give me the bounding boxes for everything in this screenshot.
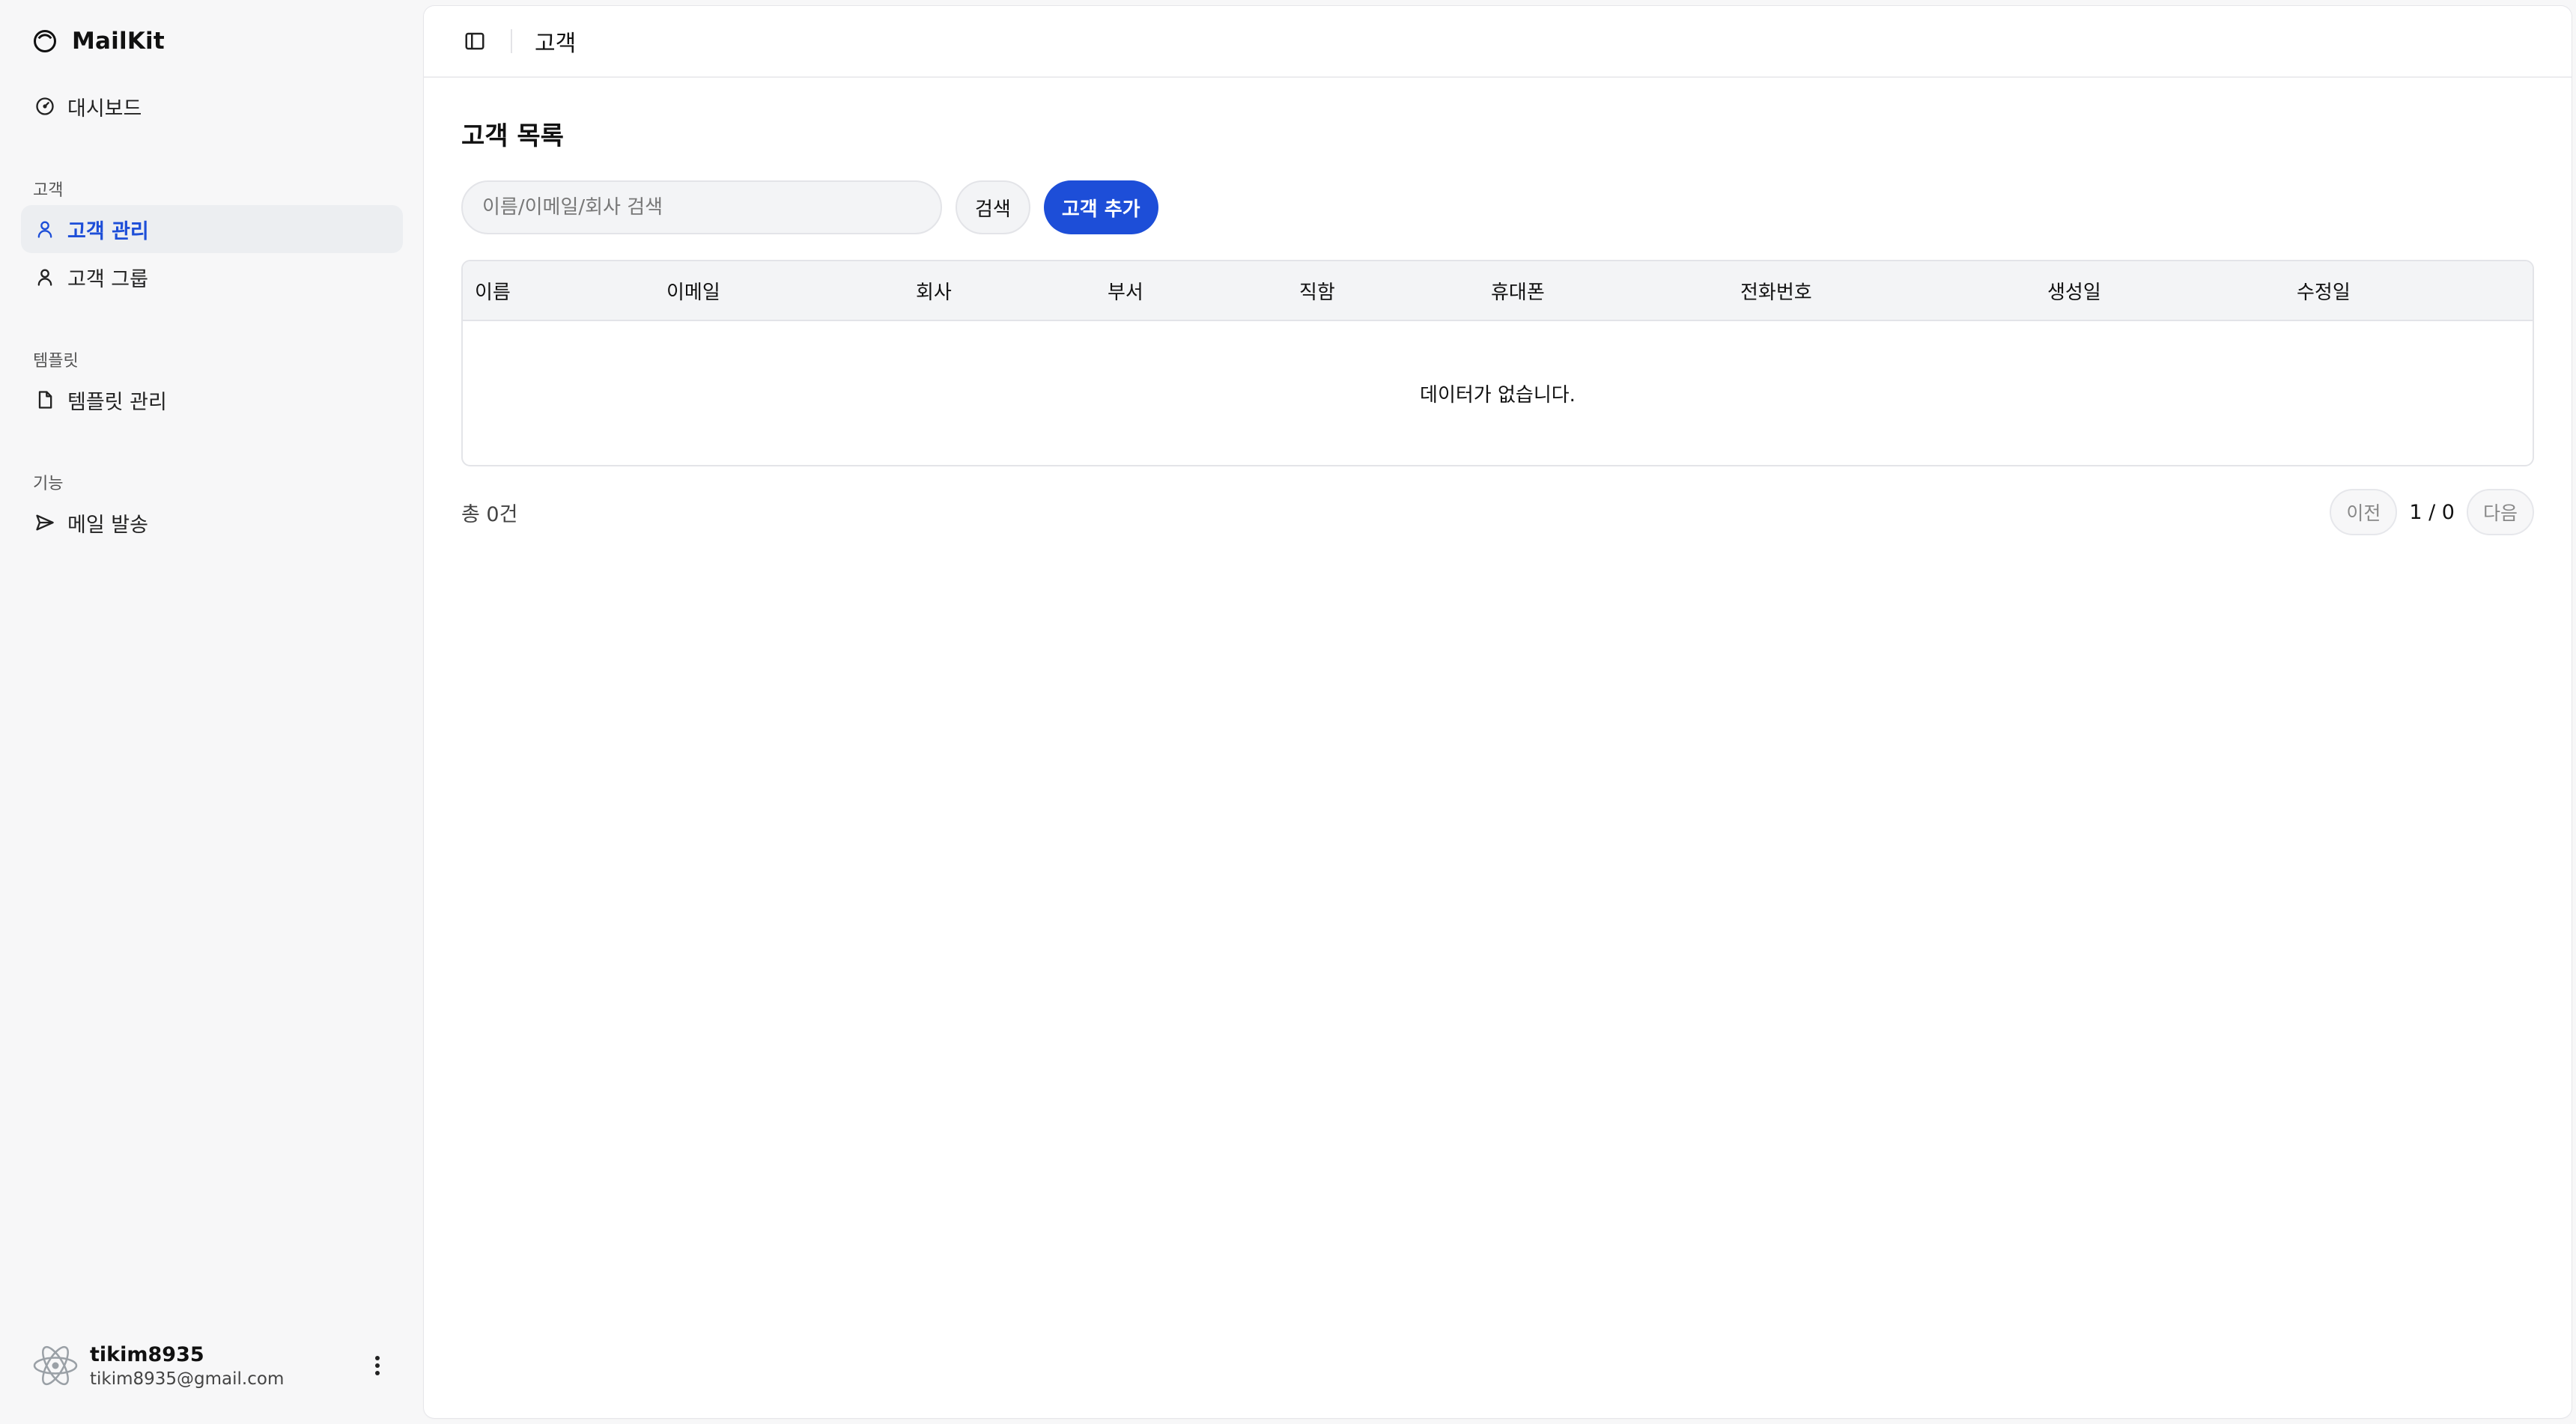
add-customer-button[interactable]: 고객 추가	[1043, 180, 1158, 234]
user-text: tikim8935 tikim8935@gmail.com	[90, 1343, 362, 1389]
sidebar-item-send-mail[interactable]: 메일 발송	[21, 499, 403, 547]
column-header-mobile[interactable]: 휴대폰	[1479, 277, 1728, 305]
search-row: 검색 고객 추가	[461, 180, 2534, 234]
user-icon	[37, 221, 52, 238]
sidebar-item-label: 메일 발송	[67, 513, 148, 537]
dashboard-gauge-icon	[36, 97, 54, 115]
circle-logo-icon	[34, 30, 56, 52]
user-name: tikim8935	[90, 1342, 204, 1366]
kebab-menu-icon	[375, 1356, 380, 1375]
total-count: 총 0건	[461, 502, 518, 526]
sidebar-item-customer-groups[interactable]: 고객 그룹	[21, 253, 403, 301]
content: 고객 목록 검색 고객 추가 이름 이메일 회사 부서 직함 휴대폰 전화번호	[424, 78, 2572, 535]
search-input[interactable]	[461, 180, 942, 234]
page-title: 고객 목록	[461, 121, 564, 151]
main-wrap: 고객 고객 목록 검색 고객 추가 이름 이메일 회사 부서 직함	[424, 0, 2576, 1424]
file-icon	[38, 391, 52, 409]
topbar: 고객	[424, 6, 2572, 78]
table-body: 데이터가 없습니다.	[463, 321, 2533, 465]
sidebar-item-customer-management[interactable]: 고객 관리	[21, 205, 403, 253]
column-header-phone[interactable]: 전화번호	[1728, 277, 2035, 305]
pagination: 이전 1 / 0 다음	[2330, 489, 2534, 535]
table-header: 이름 이메일 회사 부서 직함 휴대폰 전화번호 생성일 수정일	[463, 261, 2533, 321]
brand[interactable]: MailKit	[21, 0, 403, 82]
main-panel: 고객 고객 목록 검색 고객 추가 이름 이메일 회사 부서 직함	[424, 6, 2572, 1418]
column-header-title[interactable]: 직함	[1287, 277, 1479, 305]
sidebar-item-label: 템플릿 관리	[67, 390, 167, 414]
app-root: MailKit 대시보드 고객 고객 관리 고객 그룹 템플릿 템플릿 관리 기…	[0, 0, 2576, 1424]
sidebar-item-template-management[interactable]: 템플릿 관리	[21, 376, 403, 424]
column-header-company[interactable]: 회사	[904, 277, 1096, 305]
sidebar-toggle-button[interactable]	[458, 25, 491, 58]
topbar-divider	[511, 29, 512, 53]
user-profile[interactable]: tikim8935 tikim8935@gmail.com	[21, 1328, 403, 1403]
send-icon	[36, 514, 54, 531]
column-header-email[interactable]: 이메일	[654, 277, 904, 305]
customer-table: 이름 이메일 회사 부서 직함 휴대폰 전화번호 생성일 수정일 데이터가 없습…	[461, 260, 2534, 466]
next-page-button[interactable]: 다음	[2466, 489, 2534, 535]
page-indicator: 1 / 0	[2409, 500, 2455, 524]
section-label-features: 기능	[33, 475, 64, 493]
user-email: tikim8935@gmail.com	[90, 1369, 285, 1389]
column-header-department[interactable]: 부서	[1096, 277, 1287, 305]
sidebar-toggle-icon	[465, 32, 484, 50]
search-button[interactable]: 검색	[956, 180, 1030, 234]
sidebar-item-dashboard[interactable]: 대시보드	[21, 82, 403, 130]
table-footer: 총 0건 이전 1 / 0 다음	[461, 489, 2534, 535]
sidebar-item-label: 고객 그룹	[67, 267, 148, 291]
sidebar: MailKit 대시보드 고객 고객 관리 고객 그룹 템플릿 템플릿 관리 기…	[0, 0, 424, 1424]
column-header-name[interactable]: 이름	[463, 277, 654, 305]
column-header-updated[interactable]: 수정일	[2285, 277, 2533, 305]
breadcrumb-title: 고객	[535, 31, 577, 57]
react-atom-icon	[33, 1345, 78, 1386]
section-label-customers: 고객	[33, 181, 64, 200]
prev-page-button[interactable]: 이전	[2330, 489, 2398, 535]
more-menu-button[interactable]	[362, 1351, 392, 1381]
empty-state-text: 데이터가 없습니다.	[1420, 383, 1576, 407]
sidebar-item-label: 고객 관리	[67, 219, 149, 243]
column-header-created[interactable]: 생성일	[2035, 277, 2285, 305]
sidebar-item-label: 대시보드	[67, 97, 142, 121]
user-icon	[37, 269, 52, 286]
section-label-templates: 템플릿	[33, 352, 79, 371]
brand-name: MailKit	[72, 28, 165, 55]
